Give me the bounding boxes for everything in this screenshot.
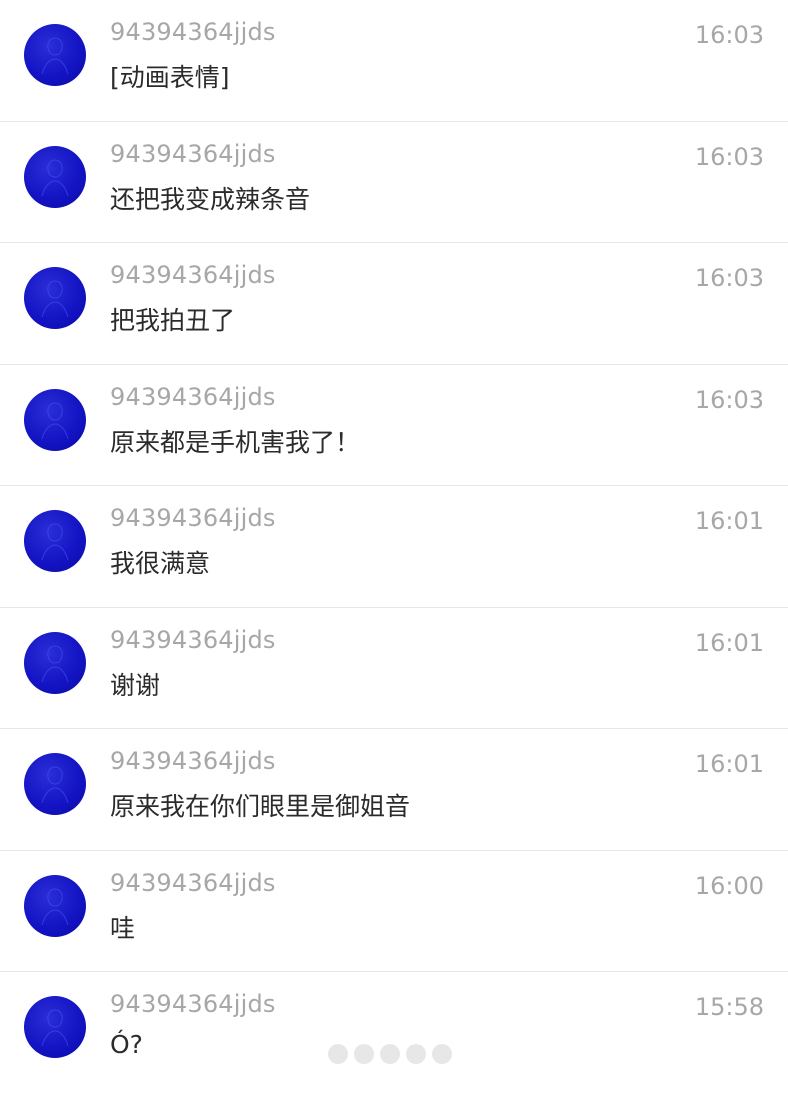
sender-name: 94394364jjds xyxy=(110,868,276,897)
watermark-dot xyxy=(328,1044,348,1064)
message-row[interactable]: 94394364jjds 16:01 谢谢 xyxy=(0,607,788,729)
avatar-figure-icon xyxy=(41,887,69,925)
sender-name: 94394364jjds xyxy=(110,382,276,411)
message-row[interactable]: 94394364jjds 16:03 原来都是手机害我了！ xyxy=(0,364,788,486)
message-time: 16:00 xyxy=(694,871,764,900)
message-row[interactable]: 94394364jjds 16:03 [动画表情] xyxy=(0,0,788,122)
watermark-dot xyxy=(432,1044,452,1064)
sender-name: 94394364jjds xyxy=(110,625,276,654)
message-row[interactable]: 94394364jjds 15:58 Ó? xyxy=(0,972,788,1094)
sender-name: 94394364jjds xyxy=(110,504,276,532)
sender-name: 94394364jjds xyxy=(110,261,276,289)
avatar[interactable] xyxy=(24,753,86,815)
avatar[interactable] xyxy=(24,996,86,1058)
avatar-figure-icon xyxy=(41,158,69,196)
message-row[interactable]: 94394364jjds 16:03 还把我变成辣条音 xyxy=(0,121,788,243)
avatar[interactable] xyxy=(24,24,86,86)
avatar-figure-icon xyxy=(41,401,69,439)
message-time: 16:03 xyxy=(694,21,764,49)
message-row[interactable]: 94394364jjds 16:01 原来我在你们眼里是御姐音 xyxy=(0,729,788,851)
sender-name: 94394364jjds xyxy=(110,18,276,46)
message-preview: 原来我在你们眼里是御姐音 xyxy=(110,792,411,821)
avatar-figure-icon xyxy=(41,766,69,804)
avatar-figure-icon xyxy=(41,37,69,75)
message-preview: Ó? xyxy=(110,1030,143,1059)
message-time: 16:01 xyxy=(694,628,764,657)
watermark-dot xyxy=(380,1044,400,1064)
sender-name: 94394364jjds xyxy=(110,990,276,1018)
message-preview: 我很满意 xyxy=(110,549,211,578)
message-preview: 原来都是手机害我了！ xyxy=(110,427,361,457)
avatar-figure-icon xyxy=(41,1009,69,1047)
avatar-figure-icon xyxy=(41,280,69,318)
avatar[interactable] xyxy=(24,510,86,572)
watermark xyxy=(328,1044,464,1070)
avatar[interactable] xyxy=(24,145,86,208)
message-row[interactable]: 94394364jjds 16:01 我很满意 xyxy=(0,486,788,608)
message-row[interactable]: 94394364jjds 16:00 哇 xyxy=(0,850,788,972)
message-time: 15:58 xyxy=(694,993,764,1021)
message-time: 16:03 xyxy=(694,264,764,292)
message-time: 16:01 xyxy=(694,750,764,778)
avatar[interactable] xyxy=(24,874,86,937)
message-preview: [动画表情] xyxy=(110,63,230,92)
message-row[interactable]: 94394364jjds 16:03 把我拍丑了 xyxy=(0,243,788,365)
message-time: 16:03 xyxy=(694,142,764,171)
message-list: 94394364jjds 16:03 [动画表情] 94394364jjds 1… xyxy=(0,0,788,1094)
avatar[interactable] xyxy=(24,631,86,694)
avatar[interactable] xyxy=(24,267,86,329)
avatar-figure-icon xyxy=(41,644,69,682)
sender-name: 94394364jjds xyxy=(110,747,276,775)
message-preview: 把我拍丑了 xyxy=(110,306,236,335)
message-time: 16:03 xyxy=(694,385,764,414)
avatar-figure-icon xyxy=(41,523,69,561)
message-preview: 还把我变成辣条音 xyxy=(110,184,311,214)
message-preview: 谢谢 xyxy=(110,670,161,700)
message-preview: 哇 xyxy=(110,913,136,943)
sender-name: 94394364jjds xyxy=(110,139,276,168)
watermark-dot xyxy=(354,1044,374,1064)
message-time: 16:01 xyxy=(694,507,764,535)
watermark-dot xyxy=(406,1044,426,1064)
avatar[interactable] xyxy=(24,388,86,451)
